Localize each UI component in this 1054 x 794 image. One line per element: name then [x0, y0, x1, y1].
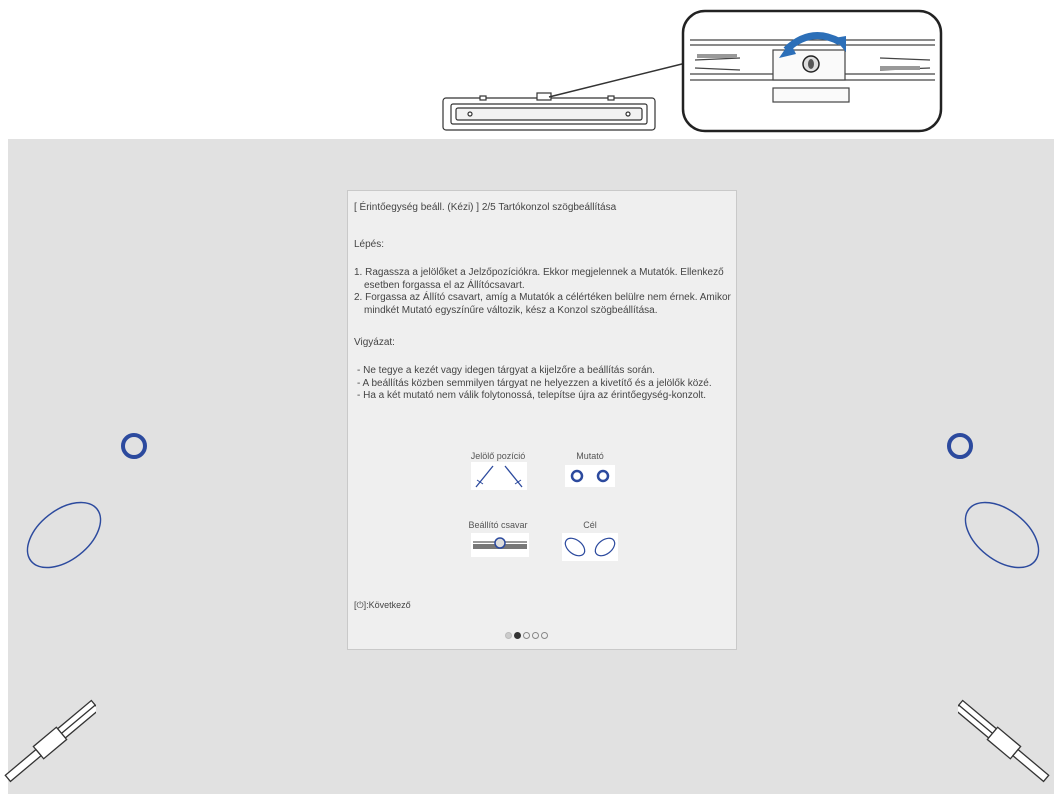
caution-heading: Vigyázat:	[354, 337, 395, 348]
legend-indicator-label: Mutató	[576, 451, 604, 461]
page-dot	[541, 631, 548, 639]
indicator-circle-icon	[121, 433, 147, 459]
page-dot	[523, 631, 530, 639]
step-item: 1. Ragassza a jelölőket a Jelzőpozíciókr…	[354, 267, 724, 291]
caution-item: - Ne tegye a kezét vagy idegen tárgyat a…	[357, 365, 655, 376]
legend-marker-position-label: Jelölő pozíció	[470, 451, 526, 461]
indicator-circle-icon	[947, 433, 973, 459]
next-hint: [⏻]:Következő	[354, 600, 411, 610]
page-indicator	[505, 630, 550, 640]
pen-marker-icon	[958, 699, 1050, 783]
page-dot	[505, 631, 512, 639]
pen-marker-icon	[4, 699, 96, 783]
page-dot	[514, 631, 521, 639]
dialog-title: [ Érintőegység beáll. (Kézi) ] 2/5 Tartó…	[354, 202, 617, 213]
legend-adjust-screw-label: Beállító csavar	[468, 520, 528, 530]
marker-position-icon	[471, 462, 527, 490]
caution-item: - Ha a két mutató nem válik folytonossá,…	[357, 390, 707, 401]
adjust-screw-icon	[471, 533, 529, 557]
target-ellipse-icon	[964, 501, 1040, 569]
step-item: 2. Forgassa az Állító csavart, amíg a Mu…	[354, 292, 731, 316]
legend-target-label: Cél	[583, 520, 597, 530]
caution-item: - A beállítás közben semmilyen tárgyat n…	[357, 377, 712, 389]
indicator-legend-icon	[565, 465, 615, 487]
projector-screw-illustration	[442, 9, 943, 133]
page-dot	[532, 631, 539, 639]
step-heading: Lépés:	[354, 239, 385, 250]
target-legend-icon	[562, 533, 618, 561]
cautions-list: - Ne tegye a kezét vagy idegen tárgyat a…	[354, 365, 724, 403]
steps-list: 1. Ragassza a jelölőket a Jelzőpozíciókr…	[354, 267, 734, 317]
touch-unit-setup-dialog: [ Érintőegység beáll. (Kézi) ] 2/5 Tartó…	[347, 190, 737, 650]
target-ellipse-icon	[26, 501, 102, 569]
